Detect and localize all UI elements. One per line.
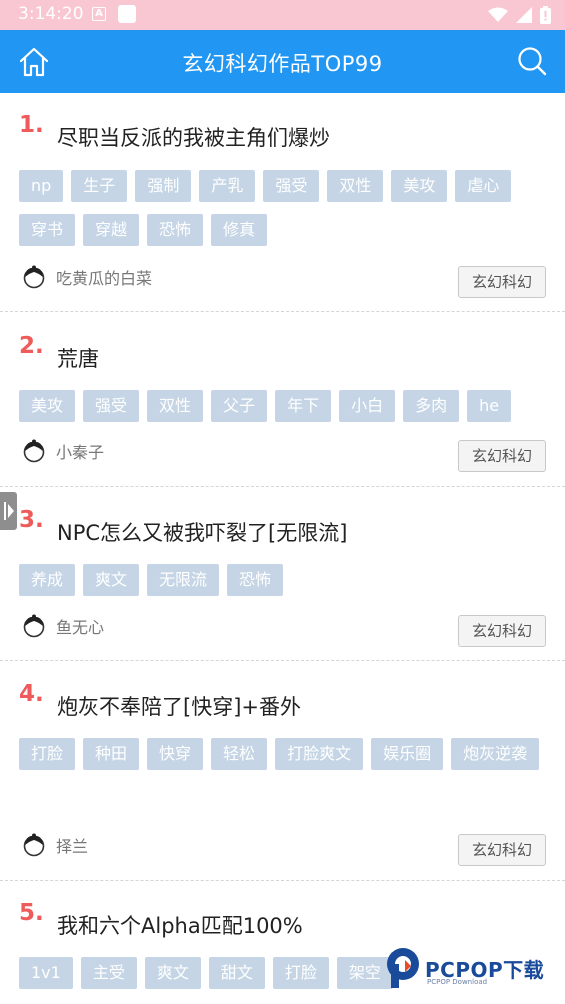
tag[interactable]: 穿越 (83, 214, 140, 246)
tag[interactable]: 小白 (339, 390, 396, 422)
tag[interactable]: 多肉 (403, 390, 460, 422)
tag[interactable]: 生子 (71, 170, 128, 202)
author-avatar-icon (23, 265, 45, 289)
tag[interactable]: 1v1 (19, 957, 73, 989)
work-title[interactable]: 炮灰不奉陪了[快穿]+番外 (57, 691, 301, 721)
tag-list: 美攻 强受 双性 父子 年下 小白 多肉 he (19, 390, 551, 434)
tag[interactable]: 爽文 (83, 564, 140, 596)
list-item[interactable]: 3. NPC怎么又被我吓裂了[无限流] 养成 爽文 无限流 恐怖 鱼无心 玄幻科… (0, 487, 565, 661)
tag[interactable]: 年下 (275, 390, 332, 422)
tag[interactable]: 无限流 (147, 564, 220, 596)
watermark-subtext: PCPOP Download (427, 978, 488, 986)
signal-icon (516, 7, 532, 23)
tag[interactable]: 强受 (263, 170, 320, 202)
tag[interactable]: 修真 (211, 214, 268, 246)
status-bar: 3:14:20 A (0, 0, 565, 30)
tag[interactable]: he (467, 390, 512, 422)
tag[interactable]: 养成 (19, 564, 76, 596)
author[interactable]: 择兰 (22, 833, 88, 857)
list-item[interactable]: 1. 尽职当反派的我被主角们爆炒 np 生子 强制 产乳 强受 双性 美攻 虐心… (0, 93, 565, 312)
tag[interactable]: np (19, 170, 64, 202)
author-avatar-icon (23, 439, 45, 463)
tag[interactable]: 双性 (147, 390, 204, 422)
notification-a-icon: A (92, 7, 106, 21)
pcpop-logo-icon (387, 948, 419, 988)
category-button[interactable]: 玄幻科幻 (457, 440, 546, 472)
status-time: 3:14:20 (18, 4, 84, 24)
tag[interactable]: 娱乐圈 (371, 738, 444, 770)
tag[interactable]: 甜文 (208, 957, 265, 989)
author-name: 鱼无心 (56, 618, 105, 637)
notification-square-icon (118, 5, 136, 23)
tag[interactable]: 穿书 (19, 214, 76, 246)
tag[interactable]: 打脸 (19, 738, 76, 770)
wifi-icon (488, 7, 508, 22)
author[interactable]: 吃黄瓜的白菜 (22, 265, 152, 289)
work-title[interactable]: 我和六个Alpha匹配100% (57, 910, 303, 940)
tag[interactable]: 产乳 (199, 170, 256, 202)
tag[interactable]: 轻松 (211, 738, 268, 770)
list-item[interactable]: 4. 炮灰不奉陪了[快穿]+番外 打脸 种田 快穿 轻松 打脸爽文 娱乐圈 炮灰… (0, 661, 565, 881)
author-name: 吃黄瓜的白菜 (56, 269, 153, 288)
side-drawer-handle[interactable] (0, 492, 17, 530)
pcpop-watermark: PCPOP下载 PCPOP Download (385, 944, 563, 994)
author-avatar-icon (23, 833, 45, 857)
category-button[interactable]: 玄幻科幻 (457, 266, 546, 298)
chevron-right-icon (8, 504, 14, 518)
category-button[interactable]: 玄幻科幻 (457, 615, 546, 647)
tag[interactable]: 打脸爽文 (275, 738, 364, 770)
tag[interactable]: 主受 (80, 957, 137, 989)
tag[interactable]: 父子 (211, 390, 268, 422)
tag[interactable]: 双性 (327, 170, 384, 202)
rank-number: 3. (19, 507, 44, 533)
ranking-list: 1. 尽职当反派的我被主角们爆炒 np 生子 强制 产乳 强受 双性 美攻 虐心… (0, 93, 565, 1004)
battery-icon (540, 6, 551, 24)
list-item[interactable]: 2. 荒唐 美攻 强受 双性 父子 年下 小白 多肉 he 小秦子 玄幻科幻 (0, 312, 565, 487)
search-icon[interactable] (517, 46, 547, 76)
tag[interactable]: 强受 (83, 390, 140, 422)
app-header: 玄幻科幻作品TOP99 (0, 30, 565, 93)
tag[interactable]: 爽文 (144, 957, 201, 989)
tag[interactable]: 美攻 (391, 170, 448, 202)
work-title[interactable]: 荒唐 (57, 343, 99, 373)
tag[interactable]: 强制 (135, 170, 192, 202)
rank-number: 1. (19, 112, 44, 138)
tag[interactable]: 恐怖 (227, 564, 284, 596)
category-button[interactable]: 玄幻科幻 (457, 834, 546, 866)
tag-list: np 生子 强制 产乳 强受 双性 美攻 虐心 穿书 穿越 恐怖 修真 (19, 170, 551, 258)
rank-number: 2. (19, 333, 44, 359)
tag[interactable]: 种田 (83, 738, 140, 770)
tag[interactable]: 打脸 (272, 957, 329, 989)
author-name: 小秦子 (56, 443, 105, 462)
tag[interactable]: 美攻 (19, 390, 76, 422)
author-name: 择兰 (56, 837, 89, 856)
tag[interactable]: 炮灰逆袭 (451, 738, 540, 770)
tag[interactable]: 虐心 (455, 170, 512, 202)
page-title: 玄幻科幻作品TOP99 (182, 52, 383, 76)
work-title[interactable]: 尽职当反派的我被主角们爆炒 (57, 122, 330, 152)
rank-number: 5. (19, 900, 44, 926)
author[interactable]: 鱼无心 (22, 614, 104, 638)
tag[interactable]: 恐怖 (147, 214, 204, 246)
handle-bar-icon (4, 502, 6, 520)
tag-list: 打脸 种田 快穿 轻松 打脸爽文 娱乐圈 炮灰逆袭 (19, 738, 551, 782)
work-title[interactable]: NPC怎么又被我吓裂了[无限流] (57, 517, 347, 547)
rank-number: 4. (19, 681, 44, 707)
tag-list: 养成 爽文 无限流 恐怖 (19, 564, 551, 608)
tag[interactable]: 快穿 (147, 738, 204, 770)
author-avatar-icon (23, 614, 45, 638)
author[interactable]: 小秦子 (22, 439, 104, 463)
